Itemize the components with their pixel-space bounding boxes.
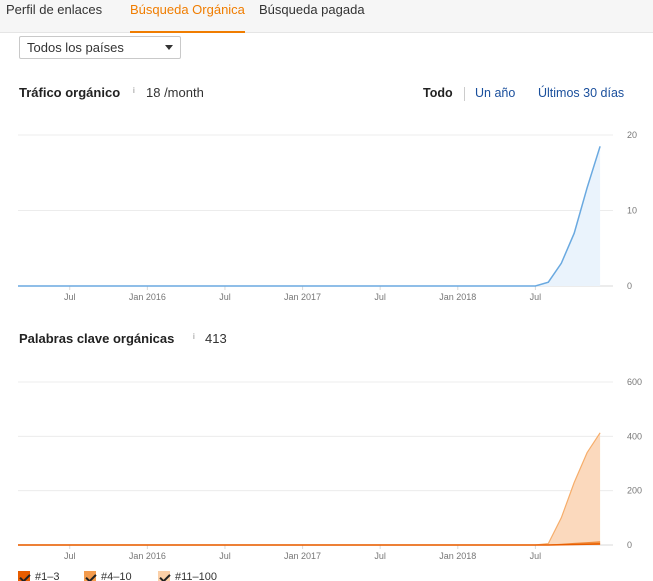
keywords-info-icon[interactable]: i — [193, 332, 195, 341]
traffic-chart-svg: 0 10 20 Jul Jan 2016 Jul Jan 2017 Jul Jan 2018 Ju… — [18, 130, 637, 302]
x-tick-label: Jul — [374, 551, 386, 561]
x-tick-label: Jul — [219, 292, 231, 302]
traffic-chart: 0 10 20 Jul Jan 2016 Jul Jan 2017 Jul Jan 2018 Ju… — [0, 115, 653, 305]
x-tick-label: Jul — [530, 292, 542, 302]
x-tick-label: Jan 2018 — [439, 292, 476, 302]
range-ultimos-30-dias[interactable]: Últimos 30 días — [538, 86, 624, 100]
x-tick-label: Jul — [219, 551, 231, 561]
x-tick-label: Jan 2018 — [439, 551, 476, 561]
legend-label: #4–10 — [101, 571, 132, 581]
y-tick-label: 600 — [627, 377, 642, 387]
keywords-chart: 0 200 400 600 Jul Jan 2016 Jul Jan 2017 Jul Jan 2… — [0, 365, 653, 565]
series-area — [18, 432, 601, 545]
keywords-chart-svg: 0 200 400 600 Jul Jan 2016 Jul Jan 2017 Jul Jan 2… — [18, 377, 642, 561]
keywords-metric: 413 — [205, 331, 227, 346]
x-tick-label: Jul — [64, 551, 76, 561]
keywords-title: Palabras clave orgánicas — [19, 331, 175, 346]
chevron-down-icon — [165, 45, 173, 50]
x-tick-label: Jan 2016 — [129, 551, 166, 561]
series-line — [18, 543, 601, 546]
range-un-ano[interactable]: Un año — [475, 86, 515, 100]
range-todo[interactable]: Todo — [423, 86, 453, 100]
x-tick-label: Jul — [64, 292, 76, 302]
range-separator — [464, 87, 465, 101]
country-select[interactable]: Todos los países — [19, 36, 181, 59]
series-line — [18, 146, 601, 287]
country-select-value: Todos los países — [27, 40, 124, 55]
checkbox-icon[interactable] — [84, 571, 96, 581]
series-line — [18, 432, 601, 546]
traffic-title: Tráfico orgánico — [19, 85, 121, 100]
tab-busqueda-organica[interactable]: Búsqueda Orgánica — [130, 0, 245, 33]
y-tick-label: 20 — [627, 130, 637, 140]
tab-perfil-de-enlaces[interactable]: Perfil de enlaces — [6, 0, 102, 33]
series-area — [18, 146, 601, 286]
tab-busqueda-pagada[interactable]: Búsqueda pagada — [259, 0, 365, 33]
x-tick-label: Jan 2017 — [284, 551, 321, 561]
legend-item-1-3[interactable]: #1–3 — [18, 571, 59, 581]
report-tabs: Perfil de enlaces Búsqueda Orgánica Búsq… — [0, 0, 653, 33]
y-tick-label: 0 — [627, 540, 632, 550]
legend-item-4-10[interactable]: #4–10 — [84, 571, 132, 581]
x-tick-label: Jul — [530, 551, 542, 561]
checkbox-icon[interactable] — [18, 571, 30, 581]
traffic-metric: 18 /month — [146, 85, 204, 100]
y-tick-label: 400 — [627, 431, 642, 441]
y-tick-label: 200 — [627, 486, 642, 496]
x-tick-label: Jan 2017 — [284, 292, 321, 302]
x-tick-label: Jul — [374, 292, 386, 302]
y-tick-label: 0 — [627, 281, 632, 291]
legend-label: #11–100 — [175, 571, 218, 581]
legend-item-11-100[interactable]: #11–100 — [158, 571, 217, 581]
legend-label: #1–3 — [35, 571, 60, 581]
traffic-info-icon[interactable]: i — [133, 86, 135, 95]
checkbox-icon[interactable] — [158, 571, 170, 581]
x-tick-label: Jan 2016 — [129, 292, 166, 302]
y-tick-label: 10 — [627, 206, 637, 216]
